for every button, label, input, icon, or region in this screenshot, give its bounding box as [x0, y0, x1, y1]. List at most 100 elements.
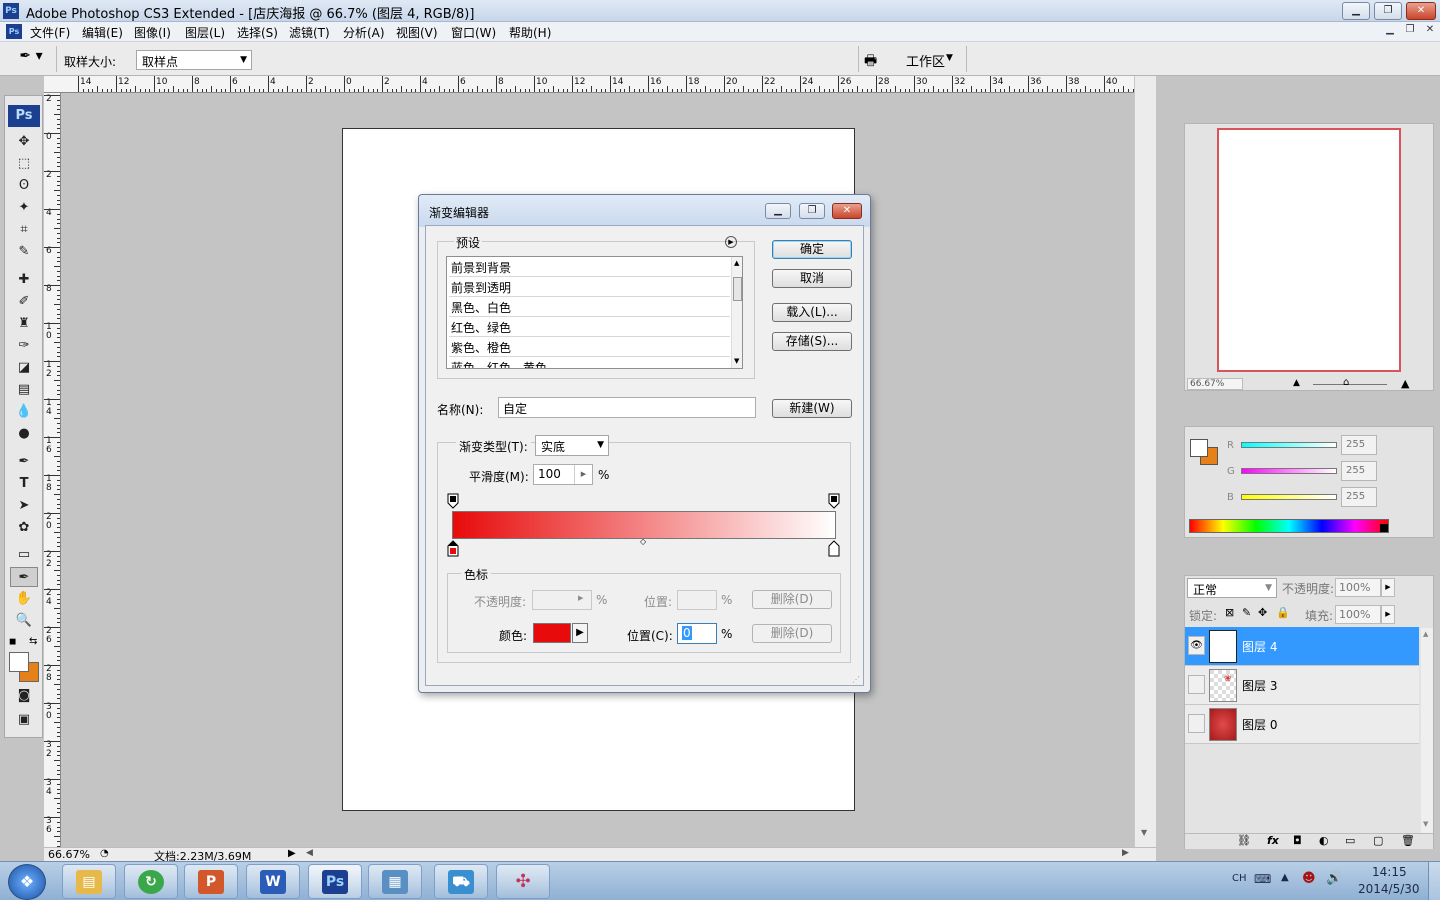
close-button[interactable]: ✕: [1406, 2, 1436, 20]
list-item[interactable]: 蓝色、红色、黄色: [449, 357, 730, 368]
save-button[interactable]: 存储(S)...: [772, 332, 852, 351]
start-button[interactable]: ❖: [8, 864, 46, 900]
visibility-toggle[interactable]: [1188, 675, 1205, 694]
eyedropper-icon[interactable]: ✒: [10, 567, 38, 587]
opacity-arrow-icon[interactable]: ▶: [1381, 578, 1395, 597]
menu-view[interactable]: 视图(V): [396, 24, 438, 41]
stop-color-swatch[interactable]: [533, 623, 571, 643]
show-desktop-button[interactable]: [1428, 862, 1440, 900]
default-colors-icon[interactable]: ◼: [9, 637, 16, 647]
dialog-minimize-button[interactable]: ▁: [765, 203, 791, 219]
history-brush-icon[interactable]: ✑: [10, 336, 38, 356]
scroll-down-icon[interactable]: ▼: [734, 357, 739, 365]
navigator-zoom[interactable]: 66.67%: [1187, 378, 1243, 390]
volume-icon[interactable]: 🔊: [1326, 871, 1342, 886]
menu-layer[interactable]: 图层(L): [185, 24, 225, 41]
cancel-button[interactable]: 取消: [772, 269, 852, 288]
zoom-icon[interactable]: ◔: [100, 848, 109, 859]
list-item[interactable]: 红色、绿色: [449, 317, 730, 337]
list-item[interactable]: 紫色、橙色: [449, 337, 730, 357]
menu-select[interactable]: 选择(S): [237, 24, 278, 41]
name-field[interactable]: 自定: [498, 397, 756, 418]
doc-close-icon[interactable]: ✕: [1422, 24, 1438, 39]
layer-row-3[interactable]: ❀ 图层 3: [1185, 666, 1419, 705]
dragonfly-icon[interactable]: ✣: [496, 864, 550, 899]
zoom-slider[interactable]: [1313, 384, 1387, 385]
keyboard-icon[interactable]: ⌨: [1254, 872, 1271, 886]
crop-icon[interactable]: ⌗: [10, 220, 38, 240]
zoom-out-icon[interactable]: ▲: [1293, 378, 1300, 388]
r-value[interactable]: 255: [1341, 435, 1377, 455]
menu-window[interactable]: 窗口(W): [451, 24, 496, 41]
scroll-up-icon[interactable]: ▲: [734, 259, 739, 267]
color-stop-right[interactable]: [828, 540, 840, 557]
adjustment-icon[interactable]: ◐: [1319, 834, 1329, 847]
fill-arrow-icon[interactable]: ▶: [1381, 605, 1395, 624]
zoom-slider-thumb[interactable]: ⌂: [1343, 377, 1349, 388]
layer-row-4[interactable]: 👁 图层 4: [1185, 627, 1419, 666]
layer-name[interactable]: 图层 0: [1242, 716, 1277, 733]
slice-icon[interactable]: ✎: [10, 242, 38, 262]
link-icon[interactable]: ⛓: [1237, 834, 1251, 847]
blur-icon[interactable]: 💧: [10, 402, 38, 422]
mask-icon[interactable]: ◘: [1293, 834, 1302, 847]
qq-icon[interactable]: ☻: [1302, 871, 1316, 886]
presets-scrollbar[interactable]: ▲ ▼: [731, 257, 742, 368]
brush-icon[interactable]: ✐: [10, 292, 38, 312]
move-icon[interactable]: ✥: [10, 132, 38, 152]
ps-doc-icon[interactable]: Ps: [6, 24, 22, 39]
new-button[interactable]: 新建(W): [772, 399, 852, 418]
presets-menu-icon[interactable]: ▶: [725, 236, 737, 248]
marquee-icon[interactable]: ⬚: [10, 154, 38, 174]
menu-file[interactable]: 文件(F): [30, 24, 70, 41]
clone-stamp-icon[interactable]: ♜: [10, 314, 38, 334]
g-slider[interactable]: [1241, 468, 1337, 474]
doc-restore-icon[interactable]: ❐: [1402, 24, 1418, 39]
zoom-icon[interactable]: 🔍: [10, 611, 38, 631]
menu-filter[interactable]: 滤镜(T): [289, 24, 330, 41]
list-item[interactable]: 前景到透明: [449, 277, 730, 297]
lock-all-icon[interactable]: 🔒: [1276, 606, 1290, 619]
clock-time[interactable]: 14:15: [1372, 865, 1407, 879]
zoom-level[interactable]: 66.67%: [48, 848, 90, 861]
dodge-icon[interactable]: ●: [10, 424, 38, 444]
scroll-down-icon[interactable]: ▼: [1141, 828, 1147, 837]
magic-wand-icon[interactable]: ✦: [10, 198, 38, 218]
group-icon[interactable]: ▭: [1345, 834, 1355, 847]
menu-help[interactable]: 帮助(H): [509, 24, 551, 41]
dialog-close-button[interactable]: ✕: [832, 203, 862, 219]
notes-icon[interactable]: ▭: [10, 545, 38, 565]
resize-grip-icon[interactable]: ⋰: [852, 675, 860, 684]
clock-date[interactable]: 2014/5/30: [1358, 882, 1420, 896]
status-menu-arrow-icon[interactable]: ▶: [288, 848, 296, 859]
vertical-scrollbar[interactable]: ▼: [1134, 76, 1156, 847]
fx-icon[interactable]: fx: [1267, 834, 1279, 847]
b-slider[interactable]: [1241, 494, 1337, 500]
visibility-toggle[interactable]: [1188, 714, 1205, 733]
color-ramp[interactable]: [1189, 519, 1389, 533]
gradient-preview-bar[interactable]: [452, 511, 836, 539]
menu-edit[interactable]: 编辑(E): [82, 24, 123, 41]
midpoint-diamond-icon[interactable]: ◇: [640, 537, 646, 546]
layers-scrollbar[interactable]: ▲ ▼: [1421, 628, 1433, 833]
b-value[interactable]: 255: [1341, 487, 1377, 507]
load-button[interactable]: 载入(L)...: [772, 303, 852, 322]
r-slider[interactable]: [1241, 442, 1337, 448]
tray-expand-icon[interactable]: ▲: [1281, 872, 1289, 883]
powerpoint-icon[interactable]: P: [184, 864, 238, 899]
layer-name[interactable]: 图层 3: [1242, 677, 1277, 694]
word-icon[interactable]: W: [246, 864, 300, 899]
minimize-button[interactable]: ▁: [1342, 2, 1370, 20]
foreground-swatch[interactable]: [1190, 439, 1208, 457]
ok-button[interactable]: 确定: [772, 240, 852, 259]
dialog-restore-button[interactable]: ❐: [799, 203, 825, 219]
healing-brush-icon[interactable]: ✚: [10, 270, 38, 290]
layer-row-0[interactable]: 图层 0: [1185, 705, 1419, 744]
app-icon[interactable]: ⛟: [434, 864, 488, 899]
menu-analysis[interactable]: 分析(A): [343, 24, 385, 41]
scroll-down-icon[interactable]: ▼: [1423, 820, 1428, 828]
color-menu-arrow-icon[interactable]: ▶: [572, 623, 588, 643]
blend-mode-select[interactable]: 正常 ▼: [1187, 578, 1277, 598]
black-swatch[interactable]: [1380, 524, 1388, 532]
gradient-type-select[interactable]: 实底 ▼: [535, 435, 609, 456]
